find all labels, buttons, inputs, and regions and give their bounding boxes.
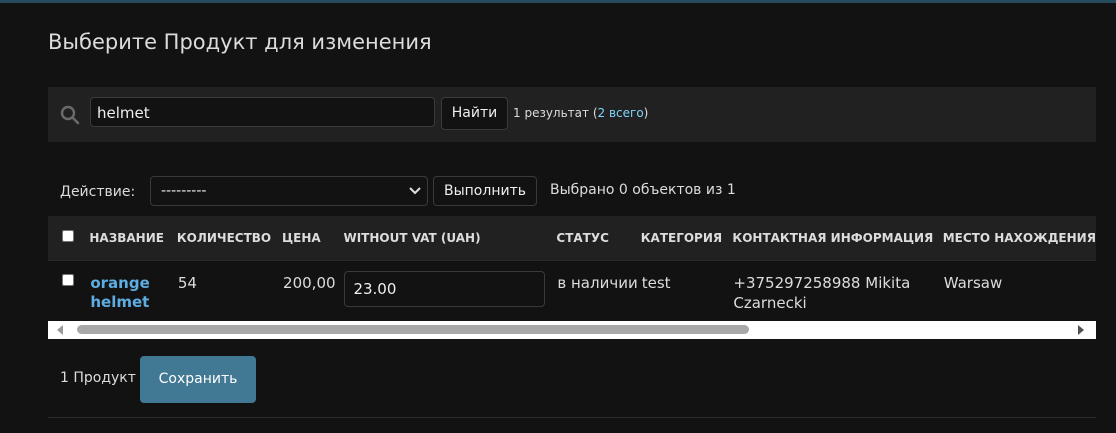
status-cell: в наличии — [557, 273, 638, 292]
action-label: Действие: — [60, 184, 136, 200]
result-text: 1 результат ( — [513, 106, 598, 120]
select-all-checkbox[interactable] — [62, 230, 74, 243]
search-input[interactable]: helmet — [90, 97, 435, 127]
column-header-name[interactable]: Название — [89, 216, 177, 260]
search-result-count: 1 результат (2 всего) — [513, 106, 648, 120]
scroll-right-arrow-icon[interactable] — [1078, 325, 1084, 335]
result-close: ) — [643, 106, 649, 120]
product-name-line1[interactable]: orange — [90, 274, 176, 293]
chevron-down-icon — [409, 187, 421, 195]
search-button[interactable]: Найти — [441, 97, 508, 130]
product-name-link[interactable]: orange helmet — [89, 260, 177, 322]
column-header-quantity[interactable]: Количество — [177, 216, 282, 260]
product-name-line2[interactable]: helmet — [90, 293, 176, 312]
location-cell: Warsaw — [943, 273, 1003, 292]
results-table: Название Количество Цена Without VAT (UA… — [48, 216, 1096, 322]
column-header-status[interactable]: Статус — [556, 216, 640, 260]
table-row: orange helmet 54 200,00 23.00 в наличии … — [48, 260, 1096, 322]
table-header-row: Название Количество Цена Without VAT (UA… — [48, 216, 1096, 260]
horizontal-scrollbar[interactable] — [48, 321, 1096, 339]
scroll-left-arrow-icon[interactable] — [57, 325, 63, 335]
column-header-price[interactable]: Цена — [282, 216, 343, 260]
row-checkbox[interactable] — [62, 273, 74, 286]
footer-divider — [48, 417, 1096, 418]
search-toolbar: helmet Найти 1 результат (2 всего) — [48, 87, 1096, 142]
selection-counter: Выбрано 0 объектов из 1 — [550, 182, 736, 198]
column-header-category[interactable]: Категория — [641, 216, 733, 260]
without-vat-cell: 23.00 — [343, 260, 556, 322]
action-select-value: --------- — [161, 183, 207, 199]
search-icon — [60, 105, 80, 125]
price-cell: 200,00 — [283, 273, 336, 292]
actions-bar: Действие: --------- Выполнить Выбрано 0 … — [48, 176, 1096, 206]
total-link[interactable]: 2 всего — [598, 106, 644, 120]
run-action-button[interactable]: Выполнить — [433, 176, 537, 206]
action-select[interactable]: --------- — [150, 176, 428, 206]
result-total-label: 1 Продукт — [60, 370, 136, 386]
save-button[interactable]: Сохранить — [140, 356, 256, 403]
category-cell: test — [641, 273, 671, 292]
top-accent-bar — [0, 0, 1116, 3]
quantity-cell: 54 — [177, 273, 197, 292]
contact-cell: +375297258988 Mikita Czarnecki — [733, 273, 911, 312]
without-vat-input[interactable]: 23.00 — [344, 270, 546, 307]
column-header-location[interactable]: Место нахождения — [943, 216, 1096, 260]
scroll-thumb[interactable] — [77, 325, 749, 334]
column-header-contact[interactable]: Контактная информация — [732, 216, 942, 260]
page-title: Выберите Продукт для изменения — [48, 30, 432, 54]
column-header-without-vat[interactable]: Without VAT (UAH) — [343, 216, 556, 260]
